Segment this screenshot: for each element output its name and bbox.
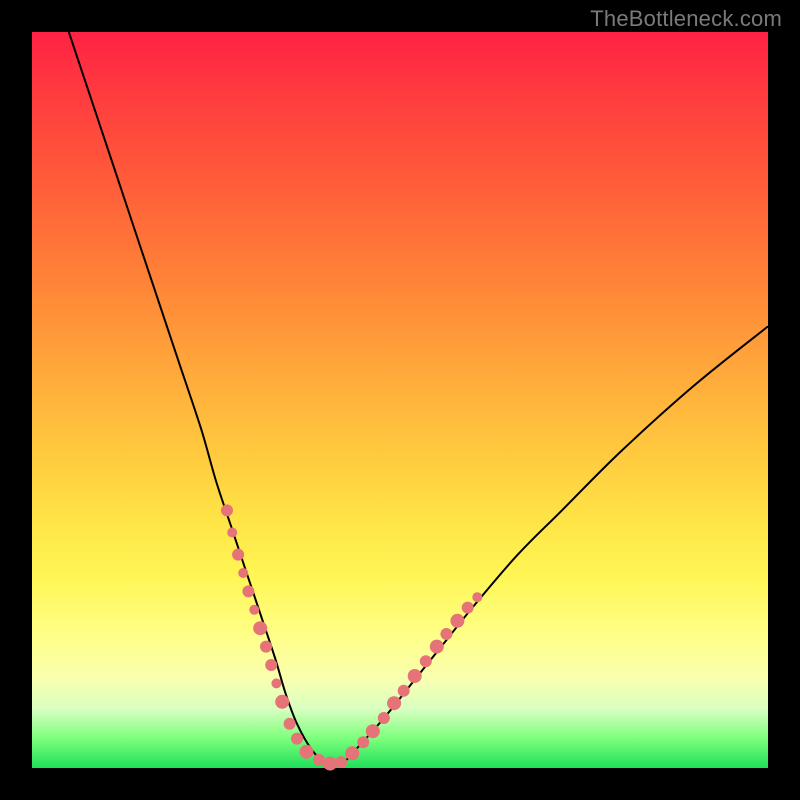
data-dot	[420, 655, 432, 667]
data-dot	[323, 757, 337, 771]
data-dot	[366, 724, 380, 738]
chart-frame: TheBottleneck.com	[0, 0, 800, 800]
chart-overlay	[32, 32, 768, 768]
data-dot	[430, 640, 444, 654]
data-dot	[221, 504, 233, 516]
data-dot	[238, 568, 248, 578]
bottleneck-curve	[69, 32, 768, 765]
data-dot	[275, 695, 289, 709]
data-dot	[345, 746, 359, 760]
data-dot	[232, 549, 244, 561]
data-dot	[291, 733, 303, 745]
data-dot	[300, 745, 314, 759]
data-dot	[440, 628, 452, 640]
data-dot	[462, 602, 474, 614]
data-dot	[450, 614, 464, 628]
data-dot	[284, 718, 296, 730]
data-dot	[472, 592, 482, 602]
data-dot	[253, 621, 267, 635]
data-dot	[408, 669, 422, 683]
data-dot	[335, 756, 347, 768]
data-dot	[242, 585, 254, 597]
data-dot	[387, 696, 401, 710]
data-dot	[265, 659, 277, 671]
data-dot	[249, 605, 259, 615]
data-dot	[271, 678, 281, 688]
data-dot	[398, 685, 410, 697]
data-dot	[227, 528, 237, 538]
data-dot	[357, 736, 369, 748]
data-dots	[221, 504, 482, 770]
watermark-label: TheBottleneck.com	[590, 6, 782, 32]
data-dot	[378, 712, 390, 724]
data-dot	[260, 641, 272, 653]
